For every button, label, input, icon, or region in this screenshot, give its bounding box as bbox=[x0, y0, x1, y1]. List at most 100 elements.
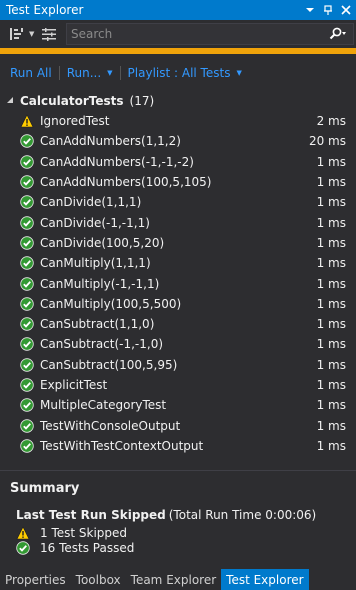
test-duration: 1 ms bbox=[316, 195, 346, 210]
playlist-link[interactable]: Playlist : All Tests bbox=[128, 66, 231, 80]
test-duration: 1 ms bbox=[316, 215, 346, 230]
separator bbox=[119, 66, 121, 80]
last-run-time: (Total Run Time 0:00:06) bbox=[168, 508, 317, 522]
check-circle-icon bbox=[20, 215, 34, 230]
close-icon[interactable] bbox=[338, 2, 354, 18]
test-row[interactable]: CanDivide(1,1,1) 1 ms bbox=[0, 192, 356, 212]
test-row[interactable]: CanMultiply(1,1,1) 1 ms bbox=[0, 253, 356, 273]
check-circle-icon bbox=[20, 358, 34, 372]
test-name: CanDivide(100,5,20) bbox=[40, 235, 165, 250]
skipped-count: 1 Test Skipped bbox=[40, 525, 128, 540]
test-list: IgnoredTest 2 ms CanAddNumbers(1,1,2) 20 ms… bbox=[0, 111, 356, 456]
test-row[interactable]: CanDivide(-1,-1,1) 1 ms bbox=[0, 212, 356, 232]
warning-icon bbox=[20, 114, 34, 128]
test-row[interactable]: CanAddNumbers(-1,-1,-2) 1 ms bbox=[0, 152, 356, 172]
run-all-link[interactable]: Run All bbox=[10, 66, 52, 80]
check-circle-icon bbox=[20, 439, 34, 453]
test-name: TestWithTestContextOutput bbox=[40, 438, 204, 453]
test-name: CanDivide(1,1,1) bbox=[40, 195, 142, 210]
test-name: MultipleCategoryTest bbox=[40, 398, 167, 413]
tab-toolbox[interactable]: Toolbox bbox=[71, 569, 126, 590]
tool-window-tabs: Properties Toolbox Team Explorer Test Ex… bbox=[0, 569, 356, 590]
test-duration: 1 ms bbox=[316, 154, 346, 169]
test-row[interactable]: MultipleCategoryTest 1 ms bbox=[0, 395, 356, 415]
separator bbox=[58, 66, 60, 80]
test-duration: 1 ms bbox=[316, 357, 346, 372]
test-row[interactable]: IgnoredTest 2 ms bbox=[0, 111, 356, 131]
test-name: CanMultiply(100,5,500) bbox=[40, 296, 182, 311]
last-run-label[interactable]: Last Test Run Skipped bbox=[16, 508, 166, 522]
group-by-icon[interactable] bbox=[6, 23, 28, 45]
test-duration: 1 ms bbox=[316, 276, 346, 291]
test-group[interactable]: CalculatorTests (17) bbox=[0, 91, 356, 111]
check-circle-icon bbox=[20, 378, 34, 392]
chevron-down-icon[interactable]: ▼ bbox=[236, 69, 241, 77]
check-circle-icon bbox=[20, 418, 34, 433]
test-duration: 1 ms bbox=[316, 398, 346, 413]
test-name: CanSubtract(-1,-1,0) bbox=[40, 337, 164, 352]
dropdown-icon[interactable] bbox=[302, 2, 318, 18]
test-row[interactable]: CanSubtract(-1,-1,0) 1 ms bbox=[0, 334, 356, 354]
collapse-triangle-icon[interactable] bbox=[6, 96, 20, 106]
pin-icon[interactable] bbox=[320, 2, 336, 18]
warning-icon bbox=[16, 525, 30, 540]
test-duration: 2 ms bbox=[316, 114, 346, 129]
group-name: CalculatorTests bbox=[20, 94, 124, 108]
passed-summary[interactable]: 16 Tests Passed bbox=[10, 540, 356, 555]
search-input[interactable] bbox=[67, 24, 323, 44]
check-circle-icon bbox=[20, 175, 34, 189]
passed-count: 16 Tests Passed bbox=[40, 540, 135, 555]
test-name: CanAddNumbers(100,5,105) bbox=[40, 175, 212, 190]
test-name: CanAddNumbers(-1,-1,-2) bbox=[40, 154, 194, 169]
test-row[interactable]: TestWithTestContextOutput 1 ms bbox=[0, 436, 356, 456]
test-row[interactable]: CanMultiply(100,5,500) 1 ms bbox=[0, 294, 356, 314]
check-circle-icon bbox=[16, 540, 30, 555]
check-circle-icon bbox=[20, 256, 34, 270]
check-circle-icon bbox=[20, 276, 34, 291]
search-icon[interactable] bbox=[323, 24, 353, 44]
tab-test-explorer[interactable]: Test Explorer bbox=[221, 569, 309, 590]
check-circle-icon bbox=[20, 195, 34, 210]
options-icon[interactable] bbox=[38, 23, 60, 45]
test-name: TestWithConsoleOutput bbox=[40, 418, 181, 433]
last-run-line: Last Test Run Skipped (Total Run Time 0:… bbox=[10, 505, 356, 525]
check-circle-icon bbox=[20, 134, 34, 149]
test-tree: CalculatorTests (17) IgnoredTest 2 ms CanA… bbox=[0, 91, 356, 456]
chevron-down-icon[interactable]: ▼ bbox=[107, 69, 112, 77]
test-row[interactable]: ExplicitTest 1 ms bbox=[0, 375, 356, 395]
test-name: CanMultiply(-1,-1,1) bbox=[40, 276, 160, 291]
group-count: (17) bbox=[129, 94, 155, 108]
tab-team-explorer[interactable]: Team Explorer bbox=[126, 569, 222, 590]
summary-panel: Summary Last Test Run Skipped (Total Run… bbox=[0, 481, 356, 555]
test-name: CanAddNumbers(1,1,2) bbox=[40, 134, 181, 149]
test-duration: 1 ms bbox=[316, 438, 346, 453]
test-name: CanMultiply(1,1,1) bbox=[40, 256, 151, 271]
test-row[interactable]: CanDivide(100,5,20) 1 ms bbox=[0, 233, 356, 253]
test-row[interactable]: CanAddNumbers(100,5,105) 1 ms bbox=[0, 172, 356, 192]
test-row[interactable]: CanMultiply(-1,-1,1) 1 ms bbox=[0, 273, 356, 293]
test-row[interactable]: TestWithConsoleOutput 1 ms bbox=[0, 415, 356, 435]
splitter[interactable] bbox=[0, 470, 356, 471]
test-duration: 1 ms bbox=[316, 175, 346, 190]
run-link[interactable]: Run... bbox=[67, 66, 101, 80]
skipped-summary[interactable]: 1 Test Skipped bbox=[10, 525, 356, 540]
check-circle-icon bbox=[20, 297, 34, 311]
check-circle-icon bbox=[20, 317, 34, 331]
test-name: ExplicitTest bbox=[40, 378, 108, 392]
test-name: CanSubtract(100,5,95) bbox=[40, 357, 178, 372]
test-row[interactable]: CanSubtract(1,1,0) 1 ms bbox=[0, 314, 356, 334]
test-row[interactable]: CanSubtract(100,5,95) 1 ms bbox=[0, 355, 356, 375]
test-name: IgnoredTest bbox=[40, 114, 110, 129]
check-circle-icon bbox=[20, 337, 34, 352]
test-duration: 1 ms bbox=[316, 378, 346, 392]
test-name: CanSubtract(1,1,0) bbox=[40, 317, 155, 332]
chevron-down-icon[interactable]: ▼ bbox=[29, 30, 34, 38]
tab-properties[interactable]: Properties bbox=[0, 569, 71, 590]
title-bar: Test Explorer bbox=[0, 0, 356, 20]
check-circle-icon bbox=[20, 155, 34, 169]
toolbar: ▼ bbox=[0, 21, 356, 47]
test-duration: 1 ms bbox=[316, 256, 346, 271]
test-name: CanDivide(-1,-1,1) bbox=[40, 215, 150, 230]
test-row[interactable]: CanAddNumbers(1,1,2) 20 ms bbox=[0, 131, 356, 151]
test-duration: 1 ms bbox=[316, 418, 346, 433]
